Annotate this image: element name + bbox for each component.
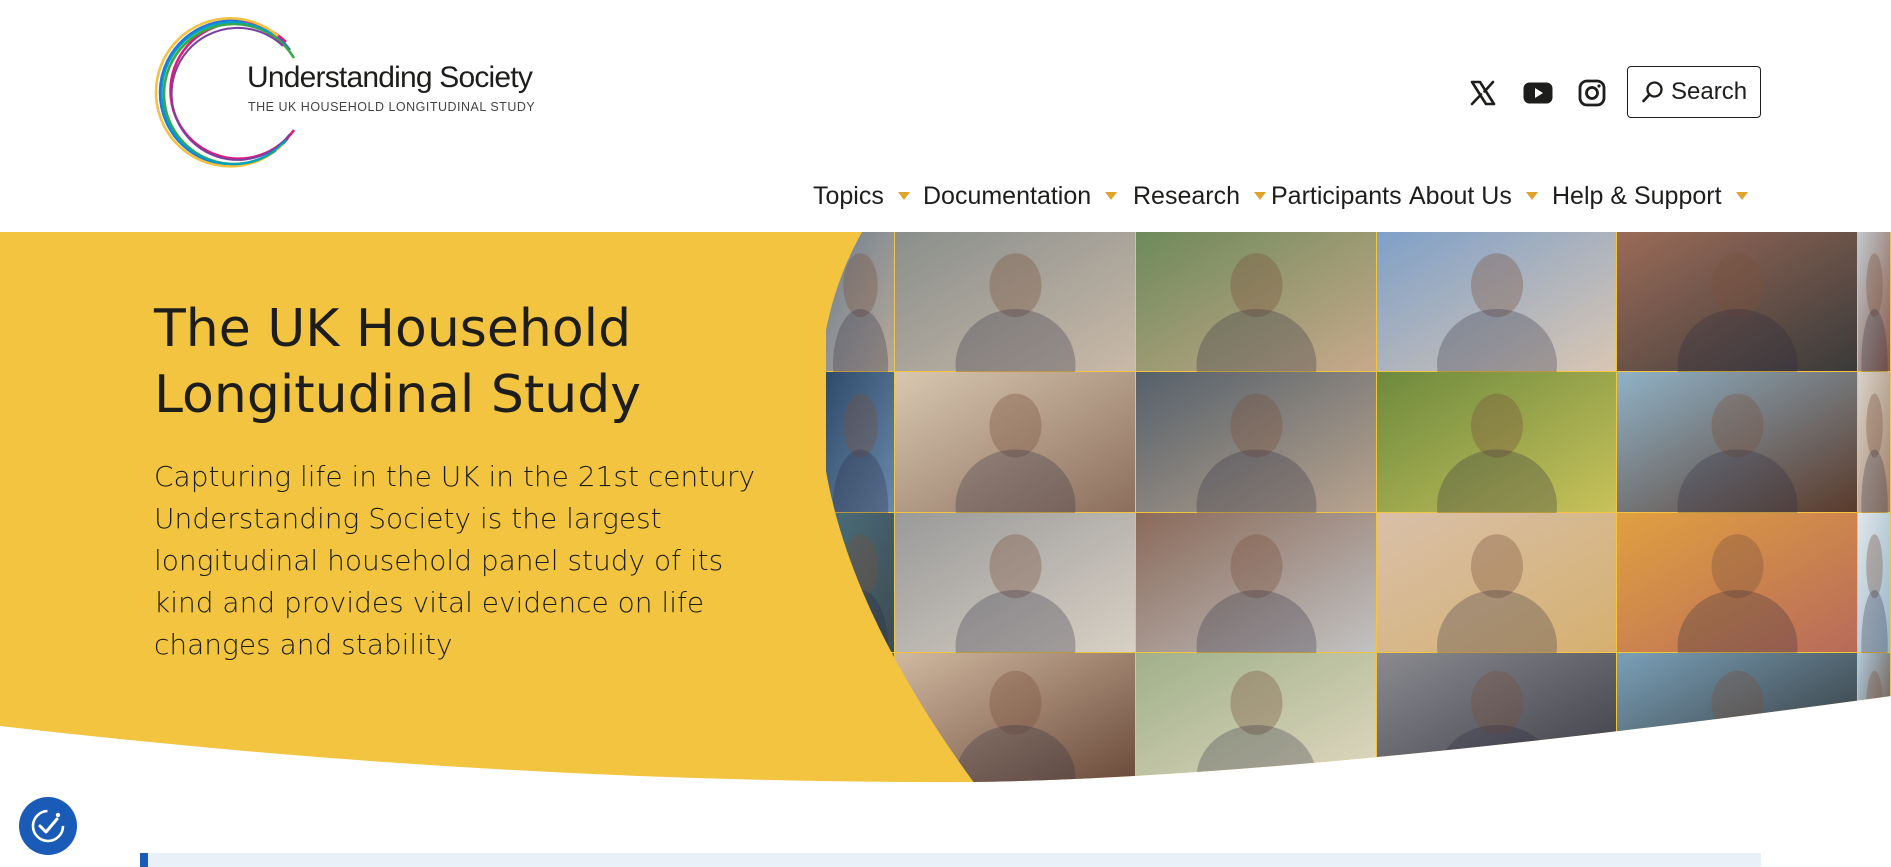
collage-figure	[843, 393, 878, 458]
nav-item-help-support[interactable]: Help & Support	[1552, 178, 1748, 214]
caret-down-icon	[1525, 192, 1538, 200]
collage-figure	[1471, 534, 1523, 599]
collage-figure	[989, 253, 1042, 318]
collage-figure	[1866, 670, 1883, 735]
hero-banner: The UK Household Longitudinal Study Capt…	[0, 232, 1891, 784]
youtube-icon	[1523, 82, 1553, 104]
collage-figure	[1866, 393, 1883, 458]
nav-item-about-us[interactable]: About Us	[1409, 178, 1538, 214]
nav-item-label: Research	[1133, 181, 1240, 210]
search-button[interactable]: Search	[1627, 66, 1761, 118]
logo-tagline: THE UK HOUSEHOLD LONGITUDINAL STUDY	[248, 100, 536, 114]
x-icon	[1470, 80, 1496, 106]
hero-description: Capturing life in the UK in the 21st cen…	[154, 460, 756, 661]
collage-figure	[1471, 393, 1523, 458]
nav-item-label: About Us	[1409, 181, 1512, 210]
logo-title: Understanding Society	[247, 61, 533, 94]
nav-item-documentation[interactable]: Documentation	[923, 178, 1118, 214]
collage-figure	[843, 253, 878, 318]
search-icon	[1642, 81, 1663, 103]
photo-collage	[826, 232, 1890, 783]
caret-down-icon	[1735, 192, 1748, 200]
collage-figure	[1866, 253, 1883, 318]
collage-figure	[1866, 534, 1883, 599]
nav-item-label: Topics	[813, 181, 884, 210]
search-button-label: Search	[1671, 78, 1748, 105]
nav-item-label: Documentation	[923, 181, 1092, 210]
nav-item-topics[interactable]: Topics	[813, 178, 910, 214]
caret-down-icon	[897, 192, 910, 200]
accessibility-icon	[31, 809, 65, 843]
collage-figure	[1677, 725, 1798, 783]
collage-figure	[1861, 725, 1888, 783]
content-panel	[140, 853, 1761, 867]
youtube-link[interactable]	[1517, 72, 1559, 114]
nav-item-label: Help & Support	[1552, 181, 1722, 210]
instagram-icon	[1578, 79, 1606, 107]
nav-item-research[interactable]: Research	[1133, 178, 1266, 214]
collage-figure	[1230, 534, 1283, 599]
x-link[interactable]	[1462, 72, 1504, 114]
accessibility-button[interactable]	[19, 797, 77, 855]
hero-title: The UK Household Longitudinal Study	[154, 299, 642, 425]
site-logo[interactable]: Understanding Society THE UK HOUSEHOLD L…	[138, 12, 535, 172]
collage-figure	[1711, 670, 1764, 735]
collage-figure	[1230, 253, 1283, 318]
nav-item-participants[interactable]: Participants	[1271, 178, 1402, 214]
instagram-link[interactable]	[1571, 72, 1613, 114]
caret-down-icon	[1254, 192, 1266, 200]
nav-item-label: Participants	[1271, 181, 1402, 210]
collage-figure	[1711, 393, 1764, 458]
collage-figure	[1711, 253, 1764, 318]
collage-figure	[1230, 393, 1283, 458]
caret-down-icon	[1105, 192, 1118, 200]
collage-figure	[989, 393, 1042, 458]
collage-figure	[1471, 253, 1523, 318]
collage-figure	[989, 534, 1042, 599]
collage-figure	[1711, 534, 1764, 599]
